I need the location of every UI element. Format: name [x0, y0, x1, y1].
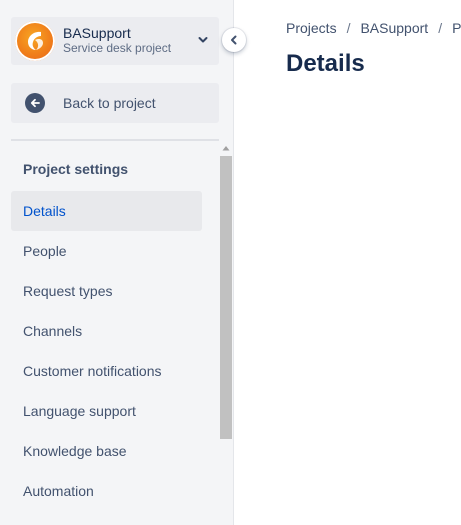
project-settings-heading: Project settings: [23, 161, 129, 177]
chevron-left-icon: [231, 35, 237, 45]
breadcrumb-project[interactable]: BASupport: [360, 20, 428, 36]
project-switcher[interactable]: BASupport Service desk project: [11, 17, 219, 65]
sidebar-divider: [11, 139, 219, 141]
page-title: Details: [286, 50, 365, 77]
back-to-project-label: Back to project: [63, 95, 156, 111]
breadcrumb-projects[interactable]: Projects: [286, 20, 337, 36]
breadcrumb-settings[interactable]: Pr: [452, 20, 461, 36]
sidebar-item-people[interactable]: People: [11, 231, 202, 271]
project-name: BASupport: [63, 25, 131, 41]
main-content: Projects / BASupport / Pr Details: [235, 0, 461, 525]
scrollbar-thumb[interactable]: [220, 156, 232, 439]
arrow-left-icon: [25, 93, 45, 113]
breadcrumb: Projects / BASupport / Pr: [286, 20, 461, 36]
scroll-up-arrow-icon[interactable]: [222, 145, 230, 151]
project-type: Service desk project: [63, 41, 172, 55]
project-avatar-icon: [15, 21, 55, 61]
chevron-down-icon: [198, 37, 208, 43]
sidebar-item-automation[interactable]: Automation: [11, 471, 202, 511]
back-to-project-button[interactable]: Back to project: [11, 83, 219, 123]
breadcrumb-separator: /: [438, 20, 443, 36]
collapse-sidebar-button[interactable]: [222, 28, 246, 52]
sidebar-item-customer-notifications[interactable]: Customer notifications: [11, 351, 202, 391]
breadcrumb-separator: /: [346, 20, 351, 36]
sidebar-item-knowledge-base[interactable]: Knowledge base: [11, 431, 202, 471]
sidebar-item-request-types[interactable]: Request types: [11, 271, 202, 311]
project-sidebar: BASupport Service desk project Back to p…: [0, 0, 234, 525]
sidebar-item-details[interactable]: Details: [11, 191, 202, 231]
sidebar-item-language-support[interactable]: Language support: [11, 391, 202, 431]
sidebar-item-channels[interactable]: Channels: [11, 311, 202, 351]
